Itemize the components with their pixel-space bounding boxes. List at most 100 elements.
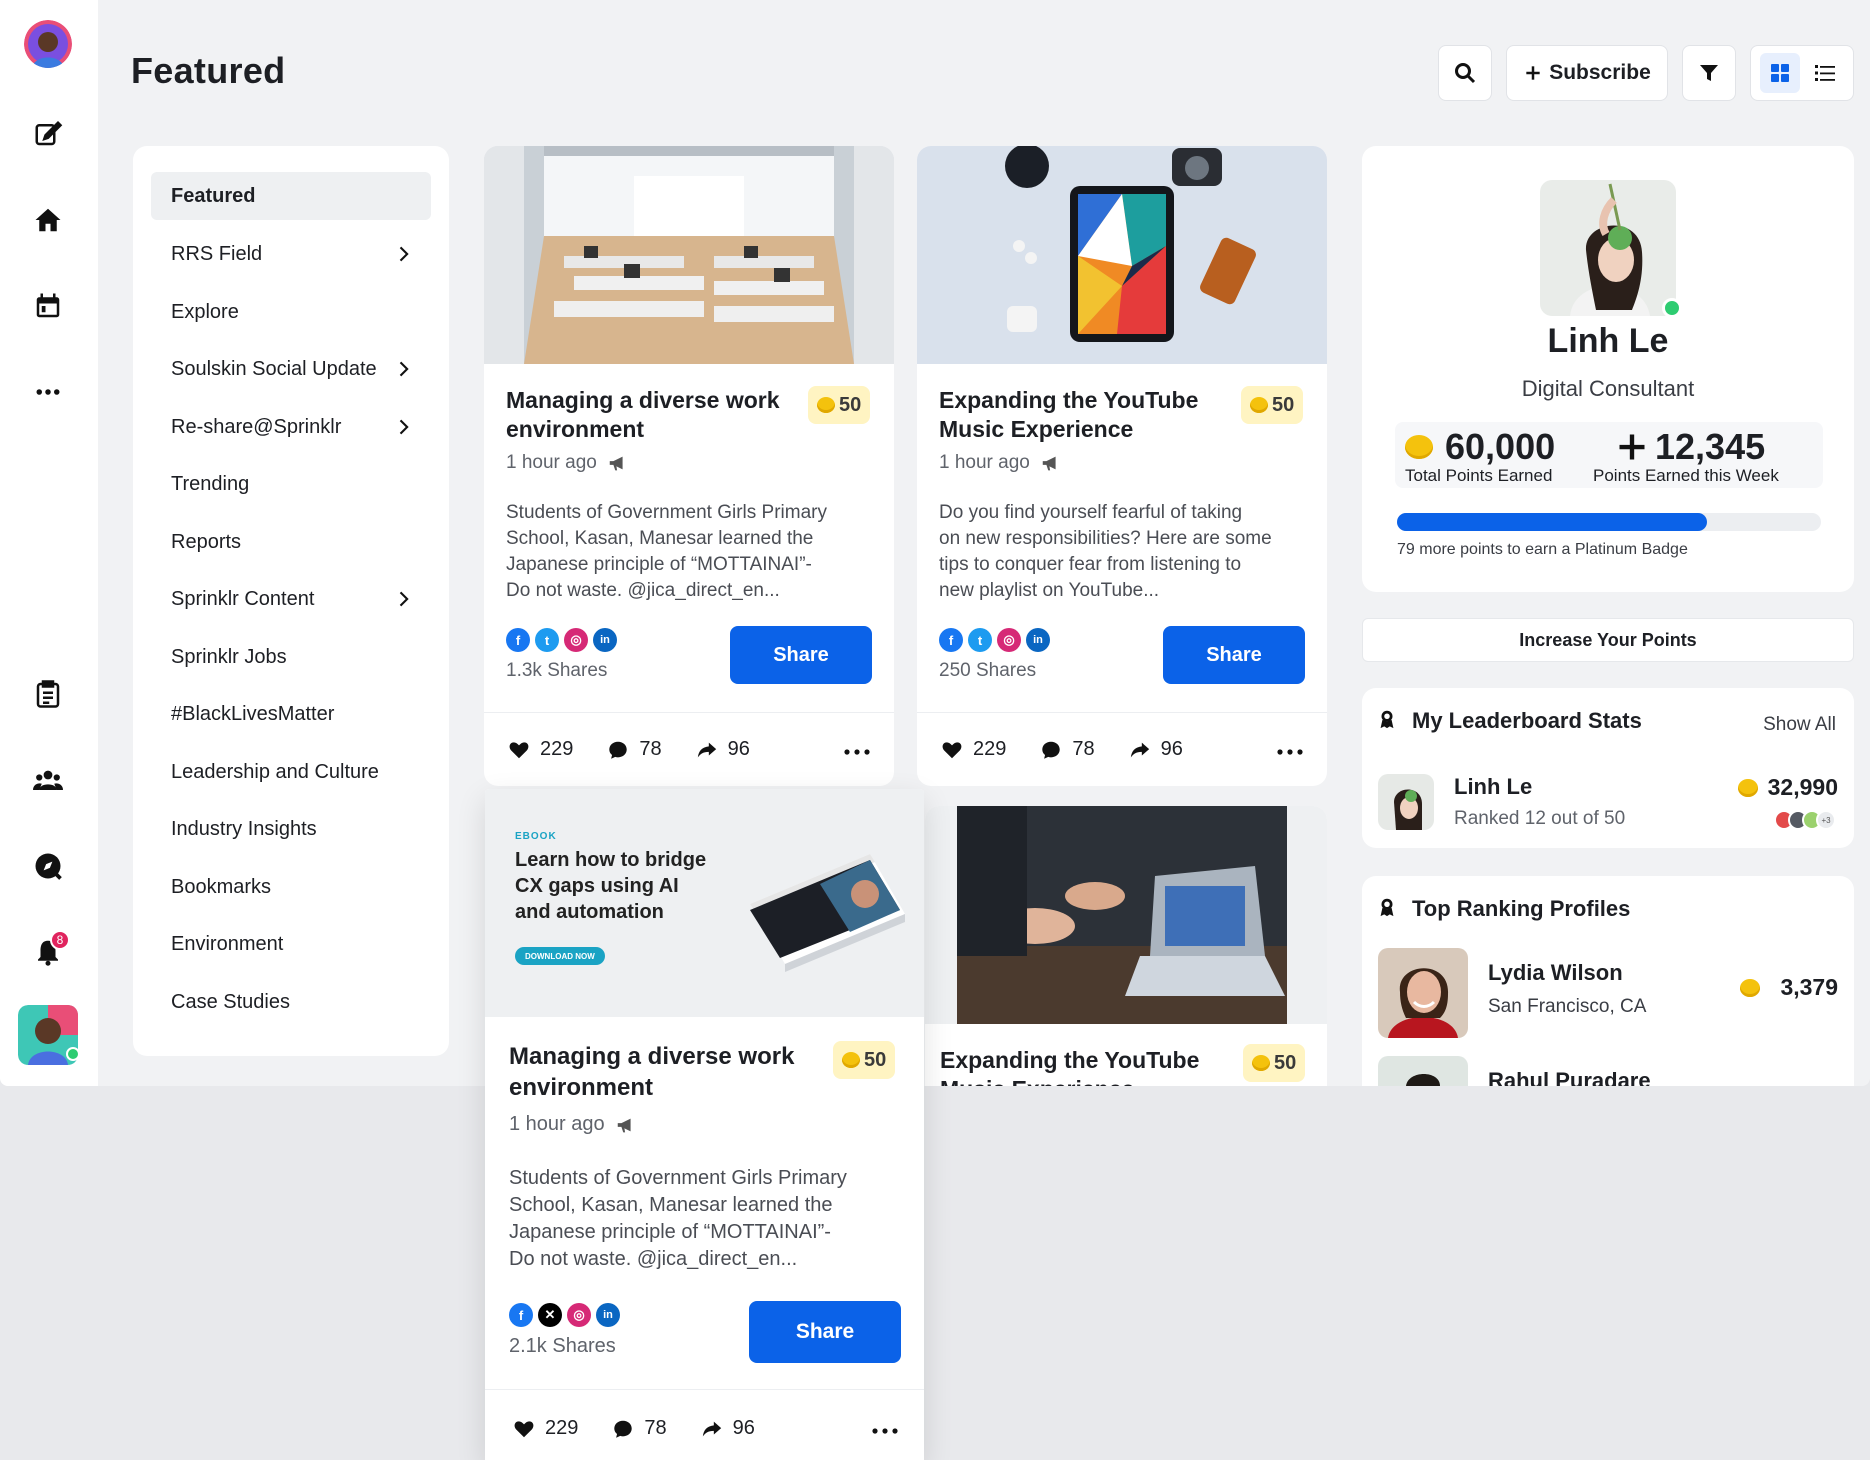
nav-item-reshare[interactable]: Re-share@Sprinklr — [151, 403, 431, 451]
nav-item-case-studies[interactable]: Case Studies — [151, 978, 431, 1026]
leaderboard-avatar[interactable] — [1378, 774, 1434, 830]
comment-stat[interactable]: 78 — [607, 738, 662, 761]
nav-item-label: Industry Insights — [171, 817, 317, 840]
calendar-icon[interactable] — [24, 282, 72, 330]
coin-icon — [1405, 435, 1433, 459]
points-value: 50 — [1272, 393, 1295, 416]
like-stat[interactable]: 229 — [508, 738, 573, 761]
top-ranking-card: Top Ranking Profiles Lydia Wilson San Fr… — [1362, 876, 1854, 1086]
post-card[interactable]: Expanding the YouTube Music Experience 5… — [925, 806, 1327, 1086]
comment-stat[interactable]: 78 — [612, 1417, 667, 1440]
top-avatar[interactable] — [24, 20, 72, 68]
reshare-stat[interactable]: 96 — [1129, 738, 1183, 761]
increase-points-button[interactable]: Increase Your Points — [1362, 618, 1854, 662]
nav-item-leadership[interactable]: Leadership and Culture — [151, 748, 431, 796]
list-view-button[interactable] — [1805, 53, 1845, 93]
filter-button[interactable] — [1682, 45, 1736, 101]
search-button[interactable] — [1438, 45, 1492, 101]
nav-item-label: Case Studies — [171, 990, 290, 1013]
total-points-label: Total Points Earned — [1405, 466, 1553, 485]
post-time-text: 1 hour ago — [939, 452, 1030, 473]
more-options-icon[interactable] — [1275, 742, 1305, 762]
ebook-banner[interactable]: EBOOK Learn how to bridge CX gaps using … — [485, 789, 924, 1017]
community-icon[interactable] — [24, 756, 72, 804]
post-time: 1 hour ago — [506, 452, 629, 474]
nav-item-label: #BlackLivesMatter — [171, 702, 335, 725]
post-card[interactable]: Expanding the YouTube Music Experience 5… — [917, 146, 1327, 786]
comment-stat[interactable]: 78 — [1040, 738, 1095, 761]
nav-item-trending[interactable]: Trending — [151, 460, 431, 508]
online-status-dot — [1662, 298, 1682, 318]
profile-avatar[interactable] — [1540, 180, 1676, 316]
reshare-stat[interactable]: 96 — [696, 738, 750, 761]
ebook-headline-line: Learn how to bridge — [515, 849, 707, 871]
shares-count: 2.1k Shares — [509, 1335, 616, 1357]
nav-item-featured[interactable]: Featured — [151, 172, 431, 220]
week-points: 12,345 — [1617, 426, 1765, 468]
home-icon[interactable] — [24, 196, 72, 244]
like-stat[interactable]: 229 — [941, 738, 1006, 761]
grid-view-button[interactable] — [1759, 53, 1800, 93]
ranking-name: Rahul Puradare — [1488, 1068, 1651, 1086]
profile-photo — [1540, 180, 1676, 316]
points-value: 50 — [864, 1048, 887, 1071]
ranking-name: Lydia Wilson — [1488, 960, 1623, 985]
left-rail: 8 — [0, 0, 98, 1086]
post-title[interactable]: Expanding the YouTube Music Experience — [939, 386, 1239, 444]
compose-icon[interactable] — [24, 110, 72, 158]
nav-item-explore[interactable]: Explore — [151, 288, 431, 336]
megaphone-icon — [1042, 456, 1056, 471]
nav-item-label: Explore — [171, 300, 239, 323]
ebook-headline: Learn how to bridge CX gaps using AI and… — [515, 847, 706, 925]
subscribe-label: Subscribe — [1549, 61, 1651, 84]
post-card-overlay[interactable]: EBOOK Learn how to bridge CX gaps using … — [485, 789, 924, 1460]
ranking-avatar[interactable] — [1378, 948, 1468, 1038]
nav-item-soulskin[interactable]: Soulskin Social Update — [151, 345, 431, 393]
show-all-link[interactable]: Show All — [1763, 714, 1836, 736]
share-button[interactable]: Share — [730, 626, 872, 684]
nav-item-bookmarks[interactable]: Bookmarks — [151, 863, 431, 911]
nav-item-sprinklr-content[interactable]: Sprinklr Content — [151, 575, 431, 623]
nav-item-environment[interactable]: Environment — [151, 920, 431, 968]
leaderboard-rank: Ranked 12 out of 50 — [1454, 808, 1626, 829]
nav-item-blm[interactable]: #BlackLivesMatter — [151, 690, 431, 738]
notifications-icon[interactable]: 8 — [24, 928, 72, 976]
user-avatar[interactable] — [18, 1005, 80, 1065]
points-badge: 50 — [808, 386, 871, 424]
nav-item-industry-insights[interactable]: Industry Insights — [151, 805, 431, 853]
ebook-cover-image — [750, 854, 905, 972]
more-icon[interactable] — [24, 368, 72, 416]
nav-item-reports[interactable]: Reports — [151, 518, 431, 566]
reshare-icon — [1130, 742, 1149, 757]
page-title: Featured — [131, 50, 286, 91]
like-stat[interactable]: 229 — [513, 1417, 578, 1440]
post-title[interactable]: Managing a diverse work environment — [506, 386, 806, 444]
ranking-avatar[interactable] — [1378, 1056, 1468, 1086]
nav-item-sprinklr-jobs[interactable]: Sprinklr Jobs — [151, 633, 431, 681]
comments-count: 78 — [644, 1417, 667, 1439]
post-body-line: Do not waste. @jica_direct_en... — [509, 1248, 798, 1270]
instagram-icon: ◎ — [564, 628, 588, 652]
subscribe-button[interactable]: Subscribe — [1506, 45, 1668, 101]
clipboard-icon[interactable] — [24, 670, 72, 718]
post-image-tablet — [917, 146, 1327, 364]
more-options-icon[interactable] — [842, 742, 872, 762]
share-button[interactable]: Share — [749, 1301, 901, 1363]
plus-icon — [1526, 66, 1540, 80]
nav-item-rrs-field[interactable]: RRS Field — [151, 230, 431, 278]
heart-icon — [942, 741, 962, 758]
heart-icon — [509, 741, 529, 758]
points-badge: 50 — [1243, 1044, 1306, 1082]
nav-item-label: Featured — [171, 184, 256, 207]
download-now-button[interactable]: DOWNLOAD NOW — [515, 947, 605, 965]
comment-icon — [1042, 741, 1061, 759]
share-button[interactable]: Share — [1163, 626, 1305, 684]
more-options-icon[interactable] — [870, 1421, 900, 1441]
post-title[interactable]: Expanding the YouTube Music Experience — [940, 1046, 1240, 1086]
linkedin-icon: in — [1026, 628, 1050, 652]
reshare-stat[interactable]: 96 — [701, 1417, 755, 1440]
post-title[interactable]: Managing a diverse work environment — [509, 1041, 809, 1103]
post-title-line: Managing a diverse work — [506, 387, 780, 413]
post-card[interactable]: Managing a diverse work environment 50 1… — [484, 146, 894, 786]
explore-icon[interactable] — [24, 842, 72, 890]
